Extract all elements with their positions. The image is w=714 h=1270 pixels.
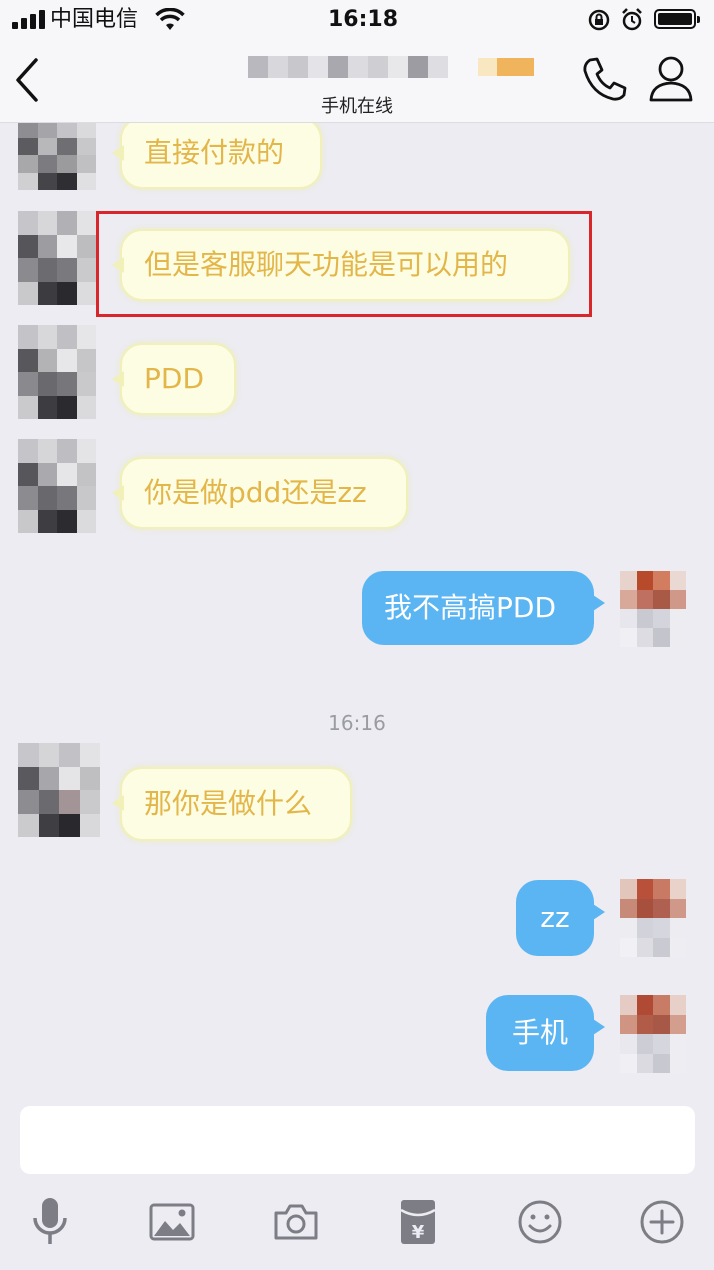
mic-icon xyxy=(33,1198,67,1244)
battery-icon xyxy=(654,9,700,29)
contact-avatar[interactable] xyxy=(18,123,96,190)
chat-area[interactable]: 直接付款的 但是客服聊天功能是可以用的 PDD 你是做pdd还是zz 我不高搞P… xyxy=(0,123,714,1098)
image-button[interactable] xyxy=(140,1184,204,1260)
alarm-icon xyxy=(622,8,642,31)
contact-avatar[interactable] xyxy=(18,211,96,305)
status-bar: 中国电信 16:18 xyxy=(0,0,714,40)
my-avatar[interactable] xyxy=(620,879,686,957)
message-text: 那你是做什么 xyxy=(144,787,313,820)
incoming-message-bubble[interactable]: 你是做pdd还是zz xyxy=(112,457,408,529)
outgoing-message-bubble[interactable]: zz xyxy=(516,880,605,956)
svg-text:¥: ¥ xyxy=(412,1222,425,1243)
message-input[interactable] xyxy=(20,1106,695,1174)
carrier-label: 中国电信 xyxy=(50,7,139,32)
message-text: 手机 xyxy=(511,1016,568,1049)
contact-avatar[interactable] xyxy=(18,743,100,837)
highlight-box xyxy=(96,211,592,317)
contact-badge-redacted xyxy=(478,58,534,76)
message-text: PDD xyxy=(144,362,205,395)
person-icon[interactable] xyxy=(648,54,694,104)
contact-name-redacted xyxy=(248,56,448,78)
rotation-lock-icon xyxy=(588,9,610,31)
outgoing-message-bubble[interactable]: 我不高搞PDD xyxy=(362,571,605,645)
phone-icon[interactable] xyxy=(580,54,628,104)
contact-avatar[interactable] xyxy=(18,325,96,419)
emoji-button[interactable] xyxy=(508,1184,572,1260)
incoming-message-bubble[interactable]: 直接付款的 xyxy=(112,123,322,189)
voice-button[interactable] xyxy=(18,1184,82,1260)
status-time: 16:18 xyxy=(328,7,399,32)
my-avatar[interactable] xyxy=(620,995,686,1073)
outgoing-message-bubble[interactable]: 手机 xyxy=(486,995,605,1071)
message-timestamp: 16:16 xyxy=(328,711,386,735)
incoming-message-bubble[interactable]: 那你是做什么 xyxy=(112,767,352,841)
message-text: 我不高搞PDD xyxy=(384,591,557,624)
nav-bar: 手机在线 xyxy=(0,40,714,123)
wifi-icon xyxy=(155,8,185,30)
red-packet-icon: ¥ xyxy=(400,1200,436,1244)
message-text: 直接付款的 xyxy=(144,136,285,169)
message-text: 你是做pdd还是zz xyxy=(144,476,367,509)
my-avatar[interactable] xyxy=(620,571,686,647)
image-icon xyxy=(149,1203,195,1241)
contact-avatar[interactable] xyxy=(18,439,96,533)
input-toolbar: ¥ xyxy=(0,1184,714,1270)
camera-icon xyxy=(274,1204,318,1240)
incoming-message-bubble[interactable]: PDD xyxy=(112,343,236,415)
more-button[interactable] xyxy=(630,1184,694,1260)
message-text: zz xyxy=(540,901,570,934)
signal-icon xyxy=(12,9,45,29)
red-packet-button[interactable]: ¥ xyxy=(386,1184,450,1260)
plus-icon xyxy=(640,1200,684,1244)
camera-button[interactable] xyxy=(264,1184,328,1260)
emoji-icon xyxy=(518,1200,562,1244)
